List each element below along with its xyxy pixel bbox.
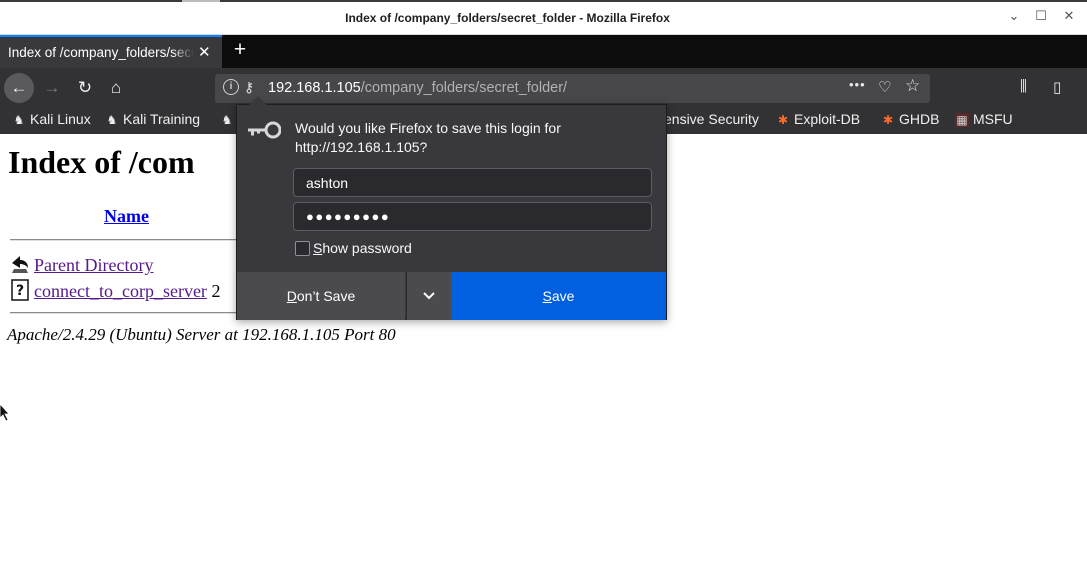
close-window-button[interactable]: ✕ — [1061, 8, 1077, 24]
back-folder-icon — [12, 256, 28, 273]
minimize-button[interactable]: ⌄ — [1006, 8, 1022, 24]
dont-save-label: on’t Save — [296, 288, 356, 304]
key-icon — [248, 121, 281, 139]
bookmark-label: Exploit-DB — [794, 111, 861, 127]
list-item: Parent Directory — [10, 253, 153, 276]
ghdb-icon: ✱ — [882, 113, 894, 127]
window-title: Index of /company_folders/secret_folder … — [345, 11, 670, 25]
save-login-popup: Would you like Firefox to save this logi… — [236, 96, 667, 320]
save-login-message: Would you like Firefox to save this logi… — [295, 119, 655, 157]
dragon-icon: ♞ — [13, 113, 25, 127]
parent-directory-link[interactable]: Parent Directory — [34, 255, 153, 275]
site-info-icon[interactable]: i — [223, 79, 239, 95]
library-icon[interactable]: ⫼ — [1020, 78, 1027, 95]
tab-strip: Index of /company_folders/secret_folder/… — [0, 35, 1087, 68]
tab-close-icon[interactable]: ✕ — [198, 43, 211, 61]
maximize-button[interactable]: ☐ — [1033, 8, 1049, 24]
show-password-label: how password — [322, 240, 412, 256]
back-button[interactable]: ← — [4, 73, 34, 103]
bookmark-offensive-security[interactable]: ensive Security — [664, 111, 759, 127]
mouse-cursor-icon — [0, 404, 10, 422]
save-button[interactable]: Save — [451, 272, 666, 320]
url-host: 192.168.1.105 — [268, 80, 361, 96]
divider — [10, 312, 250, 314]
bookmark-label: Kali Training — [123, 111, 201, 127]
dragon-icon: ♞ — [221, 113, 233, 127]
bookmark-msfu[interactable]: ▦ MSFU — [955, 111, 1013, 127]
titlebar-top-edge — [0, 0, 1087, 2]
bookmark-label: GHDB — [899, 111, 940, 127]
show-password-accel: S — [313, 240, 323, 256]
bookmark-label: Kali Linux — [30, 111, 91, 127]
window-titlebar: Index of /company_folders/secret_folder … — [0, 0, 1087, 35]
login-key-icon[interactable]: ⚷ — [244, 79, 254, 96]
titlebar-top-edge-highlight — [182, 0, 220, 2]
chevron-down-icon — [423, 292, 435, 300]
bookmark-exploit-db[interactable]: ✱ Exploit-DB — [776, 111, 860, 127]
popup-footer: Don’t Save Save — [237, 272, 666, 320]
divider — [10, 239, 250, 241]
bookmark-kali-training[interactable]: ♞ Kali Training — [105, 111, 200, 127]
save-accel: S — [542, 288, 552, 304]
bookmark-star-icon[interactable]: ☆ — [905, 76, 920, 96]
bookmark-ghdb[interactable]: ✱ GHDB — [881, 111, 939, 127]
more-options-dropdown[interactable] — [406, 272, 451, 320]
page-actions-icon[interactable]: ••• — [849, 77, 866, 92]
svg-text:?: ? — [16, 283, 24, 299]
save-login-question: Would you like Firefox to save this logi… — [295, 120, 561, 136]
exploitdb-icon: ✱ — [777, 113, 789, 127]
checkbox-box[interactable] — [295, 241, 310, 256]
forward-button[interactable]: → — [37, 73, 67, 103]
tab-title: Index of /company_folders/secret_folder/ — [8, 45, 194, 60]
url-path: /company_folders/secret_folder/ — [360, 80, 568, 96]
dont-save-accel: D — [286, 288, 297, 304]
bookmark-label: MSFU — [973, 111, 1013, 127]
msfu-icon: ▦ — [955, 113, 969, 127]
show-password-checkbox[interactable]: Show password — [295, 240, 412, 256]
password-field[interactable]: ●●●●●●●●● — [293, 202, 652, 231]
unknown-file-icon: ? — [11, 279, 29, 301]
bookmark-kali-linux[interactable]: ♞ Kali Linux — [12, 111, 91, 127]
column-header-name[interactable]: Name — [104, 206, 149, 227]
username-field[interactable]: ashton — [293, 168, 652, 197]
page-heading-left: Index of /com — [8, 144, 195, 180]
server-signature: Apache/2.4.29 (Ubuntu) Server at 192.168… — [7, 325, 396, 344]
file-date-fragment: 2 — [206, 281, 221, 301]
tab-index-of-secret-folder[interactable]: Index of /company_folders/secret_folder/… — [0, 35, 222, 68]
bookmark-label: ensive Security — [664, 111, 759, 127]
list-item: ? connect_to_corp_server 2 — [10, 279, 220, 302]
url-bar[interactable]: i ⚷ 192.168.1.105/company_folders/secret… — [215, 74, 930, 103]
reload-button[interactable]: ↻ — [70, 73, 100, 103]
file-link-connect-to-corp-server[interactable]: connect_to_corp_server — [34, 281, 207, 301]
save-label: ave — [551, 288, 575, 304]
url-text[interactable]: 192.168.1.105/company_folders/secret_fol… — [268, 80, 567, 96]
new-tab-button[interactable]: + — [229, 39, 251, 63]
dragon-icon: ♞ — [106, 113, 118, 127]
navigation-toolbar: ← → ↻ ⌂ i ⚷ 192.168.1.105/company_folder… — [0, 68, 1087, 108]
save-login-origin: http://192.168.1.105? — [295, 139, 428, 155]
dont-save-button[interactable]: Don’t Save — [237, 272, 405, 320]
pocket-icon[interactable]: ♡ — [878, 78, 891, 96]
home-button[interactable]: ⌂ — [101, 73, 131, 103]
sidebar-icon[interactable]: ▯ — [1053, 78, 1061, 96]
popup-arrow — [249, 96, 267, 105]
